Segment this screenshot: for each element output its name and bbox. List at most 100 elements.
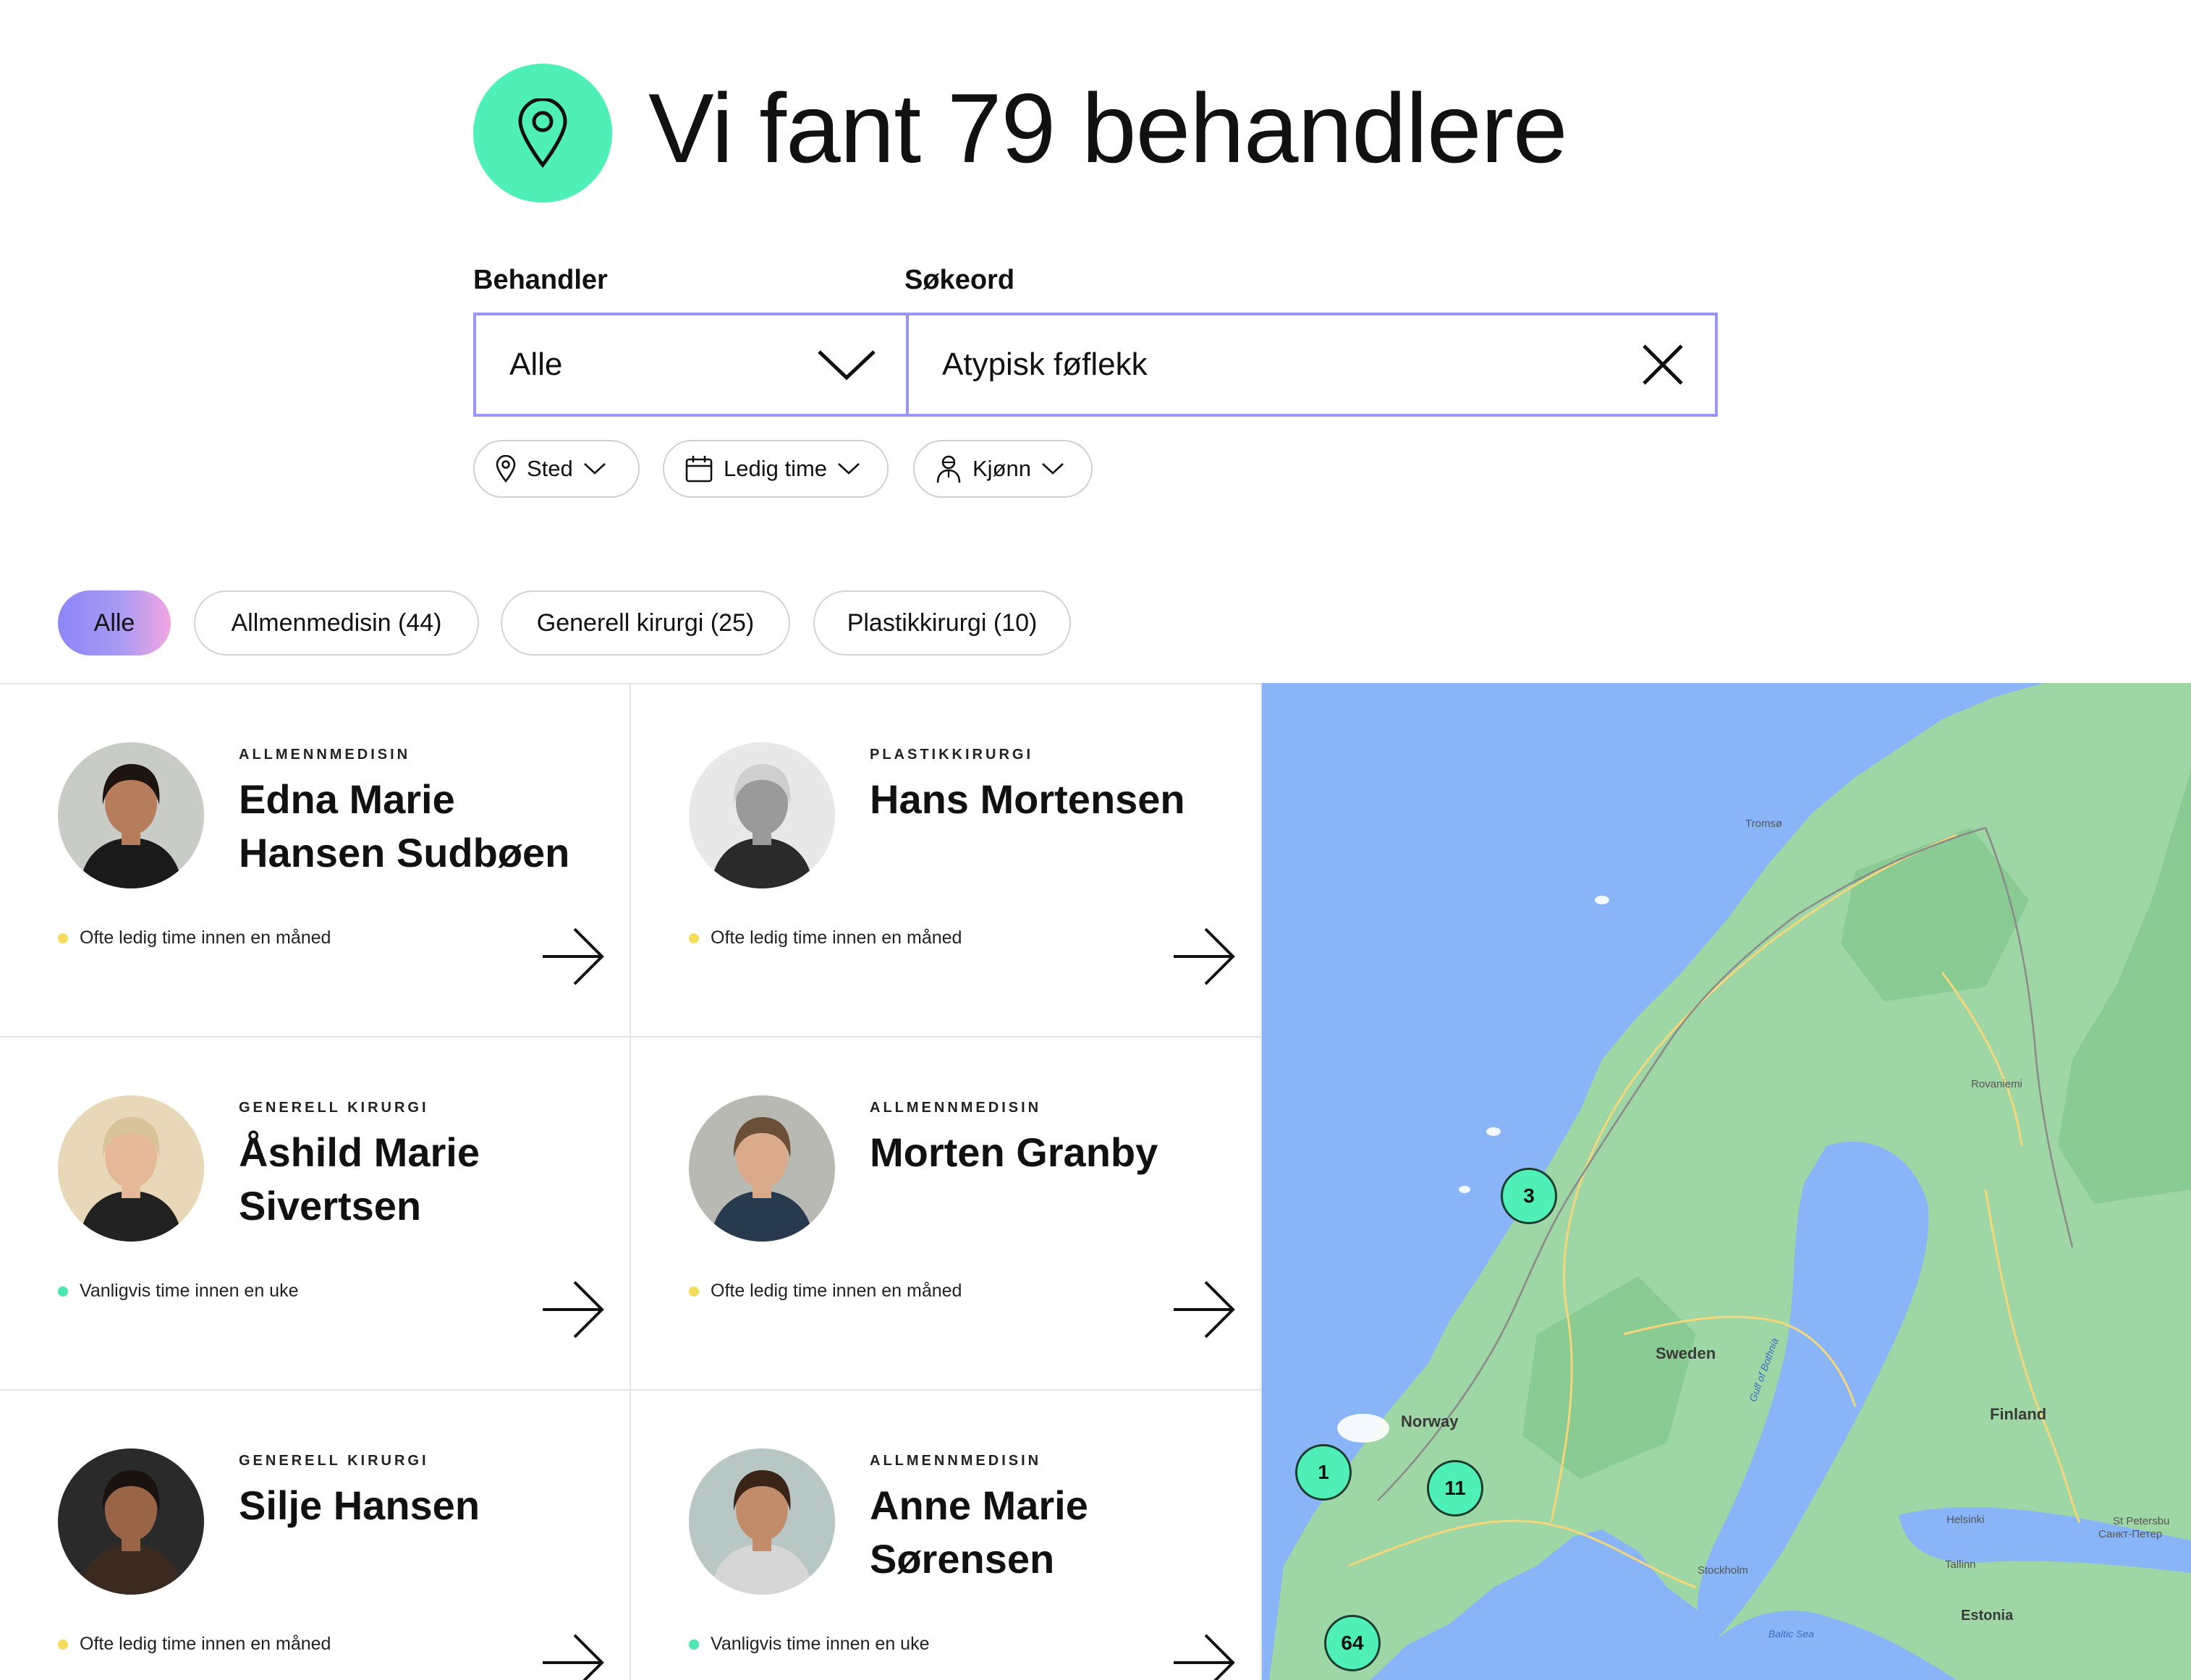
filter-ledig-time-label: Ledig time — [724, 456, 828, 481]
portrait-photo — [58, 742, 204, 888]
search-box: Alle Atypisk føflekk — [473, 313, 1718, 417]
availability-text: Vanligvis time innen en uke — [80, 1281, 299, 1301]
availability-status: Ofte ledig time innen en måned — [689, 928, 962, 949]
clear-icon[interactable] — [1641, 343, 1684, 386]
status-dot — [58, 1639, 68, 1650]
chevron-down-icon — [838, 463, 860, 475]
calendar-icon — [685, 456, 713, 483]
availability-text: Ofte ledig time innen en måned — [80, 928, 331, 948]
specialty-label: GENERELL KIRURGI — [239, 1100, 429, 1116]
person-icon — [936, 455, 961, 483]
map-label-stockholm: Stockholm — [1698, 1564, 1749, 1577]
behandler-select[interactable]: Alle — [476, 315, 909, 414]
tab-alle[interactable]: Alle — [58, 590, 171, 656]
portrait-photo — [58, 1448, 204, 1595]
availability-status: Vanligvis time innen en uke — [58, 1281, 299, 1302]
filter-sted-label: Sted — [527, 456, 573, 481]
filter-ledig-time[interactable]: Ledig time — [663, 440, 889, 498]
availability-text: Vanligvis time innen en uke — [711, 1634, 930, 1654]
status-dot — [689, 1639, 699, 1650]
arrow-right-icon[interactable] — [541, 1634, 605, 1680]
behandler-value: Alle — [509, 347, 563, 382]
map-label-baltic: Baltic Sea — [1768, 1628, 1815, 1639]
practitioner-name: Edna Marie Hansen Sudbøen — [239, 776, 570, 875]
arrow-right-icon[interactable] — [1172, 1634, 1236, 1680]
map-terrain — [1262, 683, 2191, 1680]
page-title: Vi fant 79 behandlere — [648, 73, 1568, 183]
avatar — [58, 742, 204, 888]
specialty-label: GENERELL KIRURGI — [239, 1453, 429, 1469]
avatar — [58, 1448, 204, 1595]
portrait-photo — [689, 742, 835, 888]
portrait-photo — [689, 1448, 835, 1595]
practitioner-card[interactable]: PLASTIKKIRURGI Hans Mortensen Ofte ledig t… — [631, 684, 1262, 1038]
specialty-label: ALLMENNMEDISIN — [870, 1100, 1042, 1116]
practitioner-name: Åshild Marie Sivertsen — [239, 1129, 480, 1229]
practitioner-card[interactable]: GENERELL KIRURGI Åshild Marie Sivertsen Va… — [0, 1038, 631, 1391]
arrow-right-icon[interactable] — [541, 928, 605, 985]
behandler-label: Behandler — [473, 265, 608, 295]
avatar — [689, 1448, 835, 1595]
map-cluster[interactable]: 1 — [1295, 1444, 1352, 1501]
practitioner-card[interactable]: GENERELL KIRURGI Silje Hansen Ofte ledig t… — [0, 1391, 631, 1680]
location-pin-icon — [496, 455, 516, 483]
map-label-sweden: Sweden — [1656, 1344, 1716, 1362]
search-input[interactable]: Atypisk føflekk — [909, 315, 1715, 414]
specialty-label: ALLMENNMEDISIN — [870, 1453, 1042, 1469]
map[interactable]: Sweden Norway Finland Stockholm Helsinki… — [1262, 683, 2191, 1680]
tab-generell-kirurgi[interactable]: Generell kirurgi (25) — [501, 590, 790, 656]
filter-kjonn-label: Kjønn — [972, 456, 1031, 481]
map-label-tallinn: Tallinn — [1945, 1558, 1976, 1571]
sokeord-label: Søkeord — [904, 265, 1015, 295]
chevron-down-icon — [1042, 463, 1064, 475]
practitioner-name: Silje Hansen — [239, 1482, 480, 1528]
practitioner-grid: ALLMENNMEDISIN Edna Marie Hansen Sudbøen O… — [0, 683, 1262, 1680]
availability-text: Ofte ledig time innen en måned — [711, 1281, 962, 1301]
arrow-right-icon[interactable] — [541, 1281, 605, 1339]
search-input-value: Atypisk føflekk — [942, 347, 1148, 382]
availability-status: Vanligvis time innen en uke — [689, 1634, 930, 1655]
status-dot — [689, 933, 699, 943]
map-label-tromso: Tromsø — [1745, 818, 1783, 830]
avatar — [58, 1095, 204, 1242]
availability-status: Ofte ledig time innen en måned — [58, 928, 331, 949]
specialty-label: PLASTIKKIRURGI — [870, 747, 1033, 763]
tab-plastikkirurgi[interactable]: Plastikkirurgi (10) — [813, 590, 1071, 656]
arrow-right-icon[interactable] — [1172, 928, 1236, 985]
map-label-norway: Norway — [1401, 1412, 1459, 1430]
practitioner-card[interactable]: ALLMENNMEDISIN Anne Marie Sørensen Vanligv… — [631, 1391, 1262, 1680]
filter-sted[interactable]: Sted — [473, 440, 640, 498]
chevron-down-icon — [818, 350, 876, 381]
avatar — [689, 742, 835, 888]
practitioner-name: Anne Marie Sørensen — [870, 1482, 1088, 1582]
arrow-right-icon[interactable] — [1172, 1281, 1236, 1339]
specialty-label: ALLMENNMEDISIN — [239, 747, 411, 763]
map-label-stpetersburg-ru: Санкт-Петер — [2098, 1528, 2163, 1540]
map-cluster[interactable]: 64 — [1324, 1615, 1381, 1671]
availability-text: Ofte ledig time innen en måned — [711, 928, 962, 948]
portrait-photo — [689, 1095, 835, 1242]
map-label-helsinki: Helsinki — [1946, 1514, 1985, 1526]
availability-status: Ofte ledig time innen en måned — [689, 1281, 962, 1302]
portrait-photo — [58, 1095, 204, 1242]
status-dot — [58, 1286, 68, 1297]
tab-allmenmedisin[interactable]: Allmenmedisin (44) — [194, 590, 479, 656]
status-dot — [58, 933, 68, 943]
map-label-finland: Finland — [1990, 1405, 2047, 1423]
practitioner-card[interactable]: ALLMENNMEDISIN Morten Granby Ofte ledig ti… — [631, 1038, 1262, 1391]
location-badge — [473, 64, 612, 203]
practitioner-name: Hans Mortensen — [870, 776, 1185, 822]
practitioner-card[interactable]: ALLMENNMEDISIN Edna Marie Hansen Sudbøen O… — [0, 684, 631, 1038]
map-label-rovaniemi: Rovaniemi — [1971, 1078, 2022, 1090]
map-label-stpetersburg: St Petersbu — [2113, 1515, 2170, 1527]
practitioner-name: Morten Granby — [870, 1129, 1158, 1175]
map-cluster[interactable]: 11 — [1427, 1460, 1483, 1516]
status-dot — [689, 1286, 699, 1297]
avatar — [689, 1095, 835, 1242]
location-pin-icon — [518, 98, 567, 168]
map-label-estonia: Estonia — [1961, 1608, 2014, 1624]
map-cluster[interactable]: 3 — [1501, 1168, 1557, 1224]
chevron-down-icon — [583, 463, 606, 475]
filter-kjonn[interactable]: Kjønn — [913, 440, 1093, 498]
availability-status: Ofte ledig time innen en måned — [58, 1634, 331, 1655]
